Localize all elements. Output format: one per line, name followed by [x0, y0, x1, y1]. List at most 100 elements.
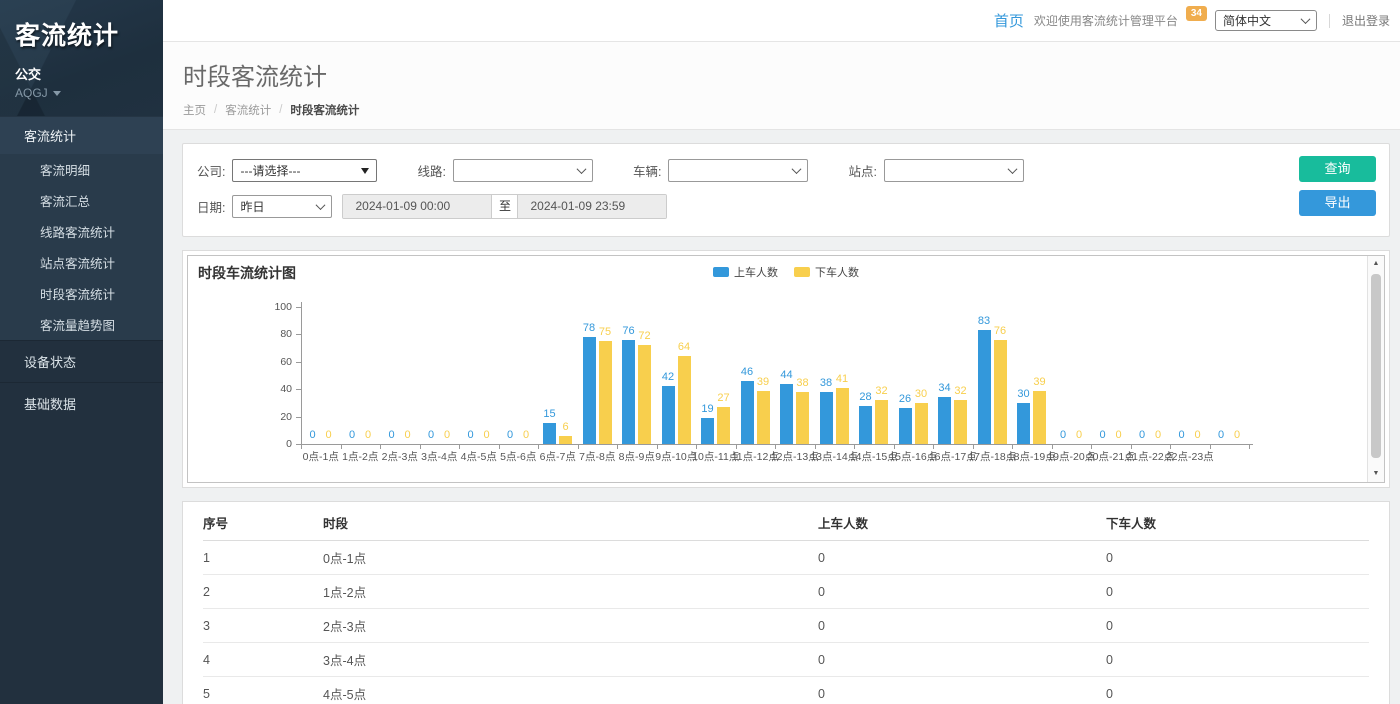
table-cell: 0: [1106, 677, 1369, 704]
legend-swatch-icon: [713, 267, 729, 277]
col-header-period: 时段: [323, 504, 818, 541]
table-header-row: 序号 时段 上车人数 下车人数: [203, 504, 1369, 541]
y-axis-line: [301, 302, 302, 444]
table-row: 43点-4点00: [203, 643, 1369, 677]
breadcrumb-parent[interactable]: 客流统计: [225, 102, 271, 118]
y-tick-mark: [296, 307, 301, 308]
table-cell: 0: [1106, 643, 1369, 677]
station-label: 站点:: [848, 161, 876, 180]
boarding-bar: [899, 408, 912, 444]
sidebar-subitem[interactable]: 客流明细: [0, 154, 163, 185]
chevron-down-icon: [792, 164, 802, 174]
sidebar-group-header[interactable]: 客流统计: [0, 116, 163, 154]
company-select[interactable]: ---请选择---: [232, 159, 377, 182]
date-preset-select[interactable]: 昨日: [232, 195, 332, 218]
boarding-bar: [1017, 403, 1030, 444]
legend-label: 上车人数: [734, 264, 778, 280]
chevron-down-icon: [1301, 14, 1311, 24]
y-tick-label: 20: [262, 411, 292, 423]
table-card: 序号 时段 上车人数 下车人数 10点-1点0021点-2点0032点-3点00…: [182, 501, 1390, 704]
alighting-bar: [678, 356, 691, 444]
query-button[interactable]: 查询: [1299, 156, 1376, 182]
alighting-bar: [717, 407, 730, 444]
company-select-value: ---请选择---: [240, 162, 300, 179]
legend-item[interactable]: 下车人数: [794, 264, 859, 280]
table-cell: 0: [818, 541, 1106, 575]
boarding-bar: [622, 340, 635, 444]
app-window: 客流统计 公交 AQGJ 客流统计 客流明细客流汇总线路客流统计站点客流统计时段…: [0, 0, 1400, 704]
alighting-bar: [954, 400, 967, 444]
sidebar-subitem[interactable]: 线路客流统计: [0, 216, 163, 247]
legend-item[interactable]: 上车人数: [713, 264, 778, 280]
notification-badge: 34: [1186, 6, 1207, 21]
boarding-bar: [662, 386, 675, 444]
bar-value-label: 6: [549, 421, 583, 433]
y-tick-label: 100: [262, 301, 292, 313]
bar-value-label: 39: [1023, 376, 1057, 388]
alighting-bar: [875, 400, 888, 444]
table-cell: 1: [203, 541, 323, 575]
chart-scrollbar: ▲ ▼: [1367, 256, 1384, 482]
vehicle-select[interactable]: [668, 159, 808, 182]
boarding-bar: [583, 337, 596, 444]
table-cell: 0点-1点: [323, 541, 818, 575]
sidebar-brand: 客流统计 公交 AQGJ: [0, 0, 163, 116]
scrollbar-thumb[interactable]: [1371, 274, 1381, 458]
x-tick-mark: [1249, 445, 1250, 449]
table-cell: 0: [1106, 609, 1369, 643]
language-select-value: 简体中文: [1223, 12, 1271, 29]
date-to-input[interactable]: 2024-01-09 23:59: [518, 195, 666, 218]
y-tick-label: 0: [262, 438, 292, 450]
alighting-bar: [559, 436, 572, 444]
sidebar-subitem[interactable]: 客流汇总: [0, 185, 163, 216]
sidebar-submenu: 客流明细客流汇总线路客流统计站点客流统计时段客流统计客流量趋势图: [0, 154, 163, 340]
sidebar-subitem[interactable]: 时段客流统计: [0, 278, 163, 309]
sidebar-section-item[interactable]: 基础数据: [0, 382, 163, 424]
account-name: AQGJ: [15, 86, 48, 100]
alighting-bar: [994, 340, 1007, 444]
triangle-down-icon: [361, 168, 369, 174]
col-header-index: 序号: [203, 504, 323, 541]
station-select[interactable]: [884, 159, 1024, 182]
table-row: 32点-3点00: [203, 609, 1369, 643]
col-header-alighting: 下车人数: [1106, 504, 1369, 541]
sidebar-section-item[interactable]: 设备状态: [0, 340, 163, 382]
language-select[interactable]: 简体中文: [1215, 10, 1317, 31]
y-tick-mark: [296, 334, 301, 335]
topbar-divider: [1329, 14, 1330, 28]
bar-value-label: 32: [944, 385, 978, 397]
date-from-input[interactable]: 2024-01-09 00:00: [343, 195, 491, 218]
breadcrumb-home[interactable]: 主页: [183, 102, 206, 118]
company-label: 公司:: [197, 161, 225, 180]
boarding-bar: [859, 406, 872, 444]
sidebar-subitem[interactable]: 客流量趋势图: [0, 309, 163, 340]
table-cell: 1点-2点: [323, 575, 818, 609]
page-title: 时段客流统计: [183, 57, 1380, 92]
logout-link[interactable]: 退出登录: [1342, 12, 1390, 29]
table-cell: 4点-5点: [323, 677, 818, 704]
chevron-down-icon: [1007, 164, 1017, 174]
table-cell: 0: [818, 575, 1106, 609]
alighting-bar: [1033, 391, 1046, 444]
y-tick-mark: [296, 417, 301, 418]
chart-card: 时段车流统计图 上车人数下车人数 020406080100000点-1点001点…: [182, 250, 1390, 488]
bar-value-label: 0: [509, 429, 543, 441]
filter-card: 公司: ---请选择--- 线路: 车辆: 站点:: [182, 143, 1390, 237]
export-button[interactable]: 导出: [1299, 190, 1376, 216]
table-cell: 2点-3点: [323, 609, 818, 643]
date-preset-value: 昨日: [240, 198, 264, 215]
bar-value-label: 15: [533, 408, 567, 420]
table-cell: 3: [203, 609, 323, 643]
main-area: 首页 欢迎使用客流统计管理平台 34 简体中文 退出登录 时段客流统计 主页 /…: [163, 0, 1400, 704]
breadcrumb-current: 时段客流统计: [290, 102, 359, 118]
scrollbar-up-arrow[interactable]: ▲: [1368, 256, 1384, 272]
y-tick-label: 60: [262, 356, 292, 368]
chevron-down-icon: [316, 200, 326, 210]
sidebar-subitem[interactable]: 站点客流统计: [0, 247, 163, 278]
scrollbar-down-arrow[interactable]: ▼: [1368, 466, 1384, 482]
y-tick-mark: [296, 389, 301, 390]
table-cell: 0: [818, 677, 1106, 704]
account-dropdown[interactable]: AQGJ: [15, 86, 163, 100]
line-select[interactable]: [453, 159, 593, 182]
home-link[interactable]: 首页: [994, 10, 1024, 31]
